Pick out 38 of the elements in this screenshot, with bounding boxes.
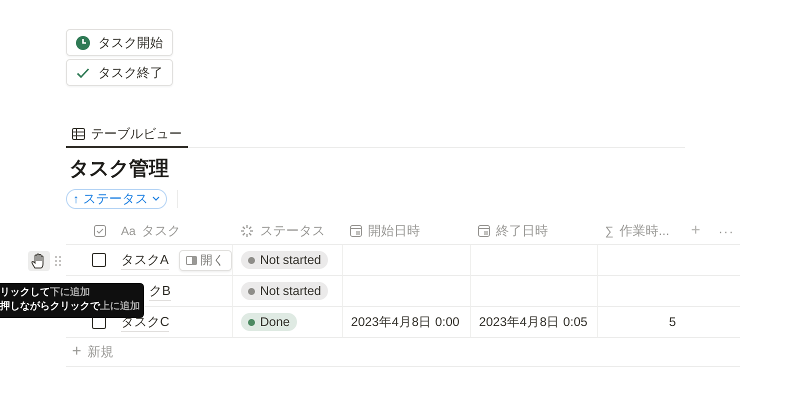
column-type-icon: Aa: [121, 224, 136, 238]
column-header[interactable]: 作業時...: [620, 222, 670, 240]
panel-icon: [186, 256, 197, 264]
date-cell: 2023年4月8日 0:00: [351, 314, 460, 330]
chevron-down-icon: [152, 196, 160, 202]
calendar-icon: [478, 225, 490, 237]
open-button[interactable]: 開く: [178, 250, 232, 270]
action-button[interactable]: タスク終了: [66, 59, 173, 86]
page-title: タスク管理: [69, 157, 170, 182]
status-icon: [240, 224, 254, 238]
table-icon: [72, 128, 85, 140]
calendar-icon: [350, 225, 362, 237]
view-tab[interactable]: テーブルビュー: [66, 122, 188, 148]
more-button[interactable]: ···: [718, 224, 734, 238]
clock-icon: [76, 36, 90, 50]
row-checkbox[interactable]: [92, 253, 106, 267]
sort-chip[interactable]: ↑ ステータス: [66, 189, 167, 209]
status-tag: Not started: [241, 251, 328, 269]
status-tag: Not started: [241, 282, 328, 300]
column-header[interactable]: 開始日時: [368, 222, 420, 240]
check-icon: [76, 66, 90, 80]
action-button[interactable]: タスク開始: [66, 29, 173, 56]
add-column-button[interactable]: +: [691, 222, 700, 240]
checkbox-icon: [94, 225, 106, 237]
hand-cursor-icon: [28, 251, 50, 271]
drag-handle-icon: [55, 256, 61, 266]
column-header[interactable]: 終了日時: [496, 222, 548, 240]
status-tag: Done: [241, 313, 297, 331]
task-name[interactable]: クB: [149, 282, 171, 300]
date-cell: 2023年4月8日 0:05: [479, 314, 588, 330]
column-header[interactable]: タスク: [142, 222, 181, 240]
tooltip-text: リックして下に追加: [0, 286, 91, 300]
column-type-icon: ∑: [605, 224, 614, 238]
tooltip-text: 押しながらクリックで上に追加: [0, 300, 140, 314]
task-name[interactable]: タスクA: [121, 250, 169, 270]
new-row-button[interactable]: + 新規: [66, 338, 740, 367]
number-cell: 5: [669, 315, 676, 329]
column-header[interactable]: ステータス: [260, 222, 325, 240]
